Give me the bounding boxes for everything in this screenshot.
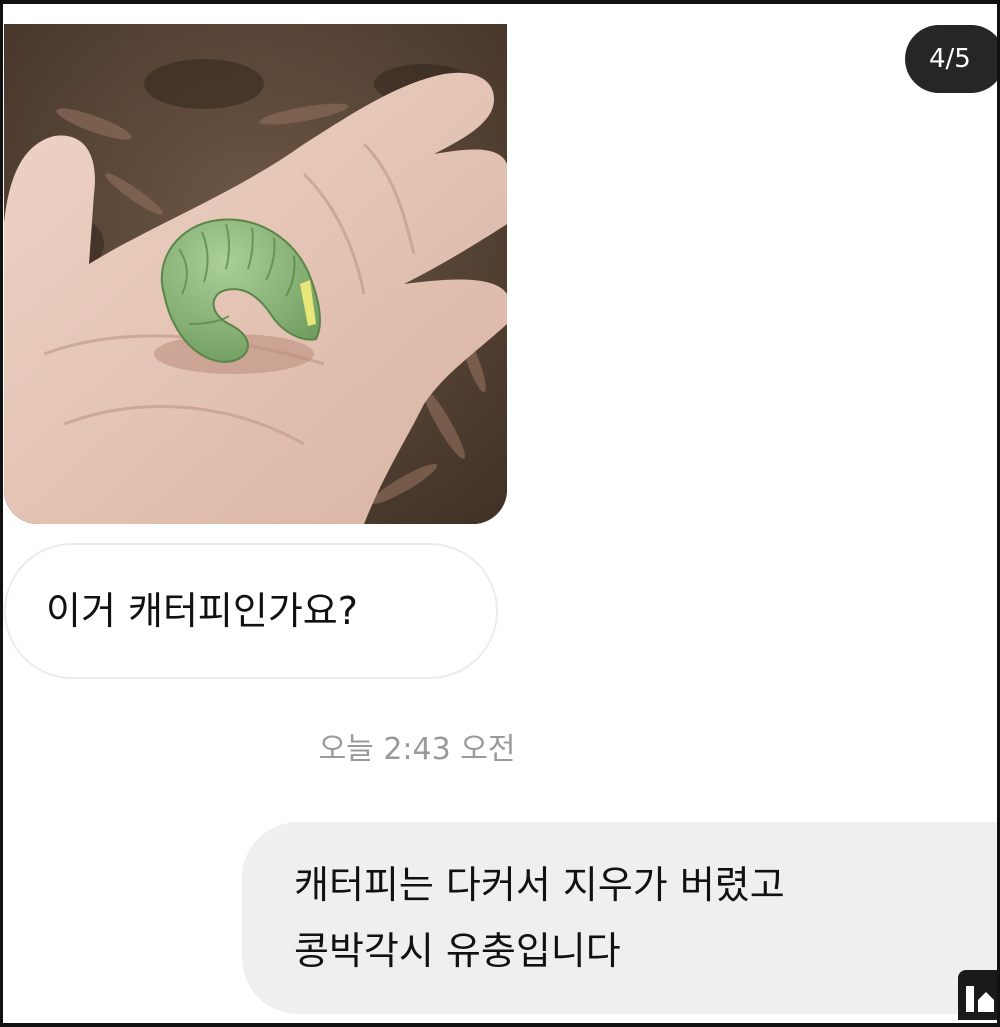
outgoing-message-line-1: 캐터피는 다커서 지우가 버렸고 <box>294 863 785 907</box>
page-indicator-text: 4/5 <box>929 44 971 74</box>
outgoing-message-bubble[interactable]: 캐터피는 다커서 지우가 버렸고 콩박각시 유충입니다 <box>242 822 1000 1014</box>
outgoing-message-line-2: 콩박각시 유충입니다 <box>294 929 621 973</box>
gallery-icon[interactable] <box>958 970 1000 1020</box>
incoming-message-bubble[interactable]: 이거 캐터피인가요? <box>4 543 498 679</box>
incoming-message-text: 이거 캐터피인가요? <box>46 589 358 633</box>
photo-page-indicator: 4/5 <box>905 25 1000 93</box>
photo-message[interactable] <box>4 24 507 524</box>
caterpillar-photo <box>4 24 507 524</box>
message-timestamp: 오늘 2:43 오전 <box>318 732 516 767</box>
